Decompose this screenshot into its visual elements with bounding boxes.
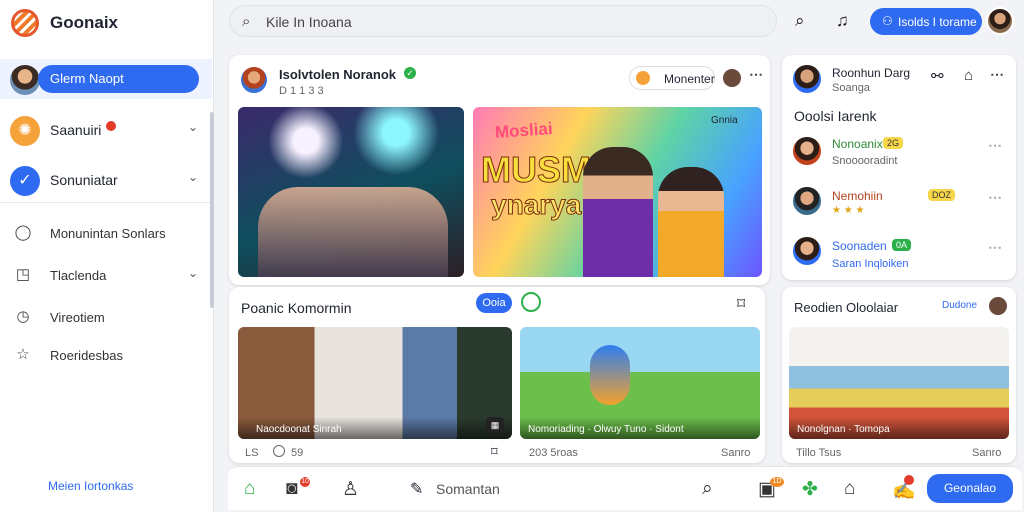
list-item[interactable]: Nonoanix 2G Snooooradint ⋯ xyxy=(782,131,1016,175)
people-icon: ⚇ xyxy=(882,14,893,28)
sidebar-item-vireotiem[interactable]: ◷ Vireotiem xyxy=(0,300,212,334)
star-icon: ☆ xyxy=(16,346,30,363)
photo-object xyxy=(590,345,630,405)
sidebar-item-roeridesbas[interactable]: ☆ Roeridesbas xyxy=(0,338,212,372)
compose-input[interactable]: ✎ Somantan xyxy=(406,479,726,501)
second-post-card: Poanic Komormin Ooia ⌑ Naocdoonat Sinrah… xyxy=(229,287,765,463)
right-photo-card: Reodien Oloolaiar Dudone Nonolgnan · Tom… xyxy=(782,287,1016,463)
search-bar[interactable]: ⌕ Kile In Inoana xyxy=(229,5,777,37)
more-options-icon[interactable]: ⋯ xyxy=(988,189,1002,206)
divider xyxy=(0,202,212,203)
profile-icon[interactable]: ♙ xyxy=(342,478,359,501)
bell-icon[interactable]: ♫ xyxy=(836,11,849,31)
list-item[interactable]: Soonaden 0A Saran Inqloiken ⋯ xyxy=(782,233,1016,277)
top-cta-button[interactable]: ⚇ Isolds I torame xyxy=(870,8,982,35)
chevron-down-icon[interactable]: ⌄ xyxy=(188,120,198,134)
right-people-card: Roonhun Darg Soanga ⚯ ⌂ ⋯ Ooolsi Iarenk … xyxy=(782,55,1016,280)
profile-pill[interactable]: Glerm Naopt xyxy=(38,65,199,93)
avatar[interactable] xyxy=(791,63,823,95)
avatar[interactable] xyxy=(987,295,1009,317)
pencil-icon: ✎ xyxy=(410,481,424,498)
add-friend-icon[interactable]: ⚯ xyxy=(931,67,944,85)
reaction-icon xyxy=(636,71,650,85)
home-icon[interactable]: ⌂ xyxy=(964,67,973,84)
sidebar-item-tlaclenda[interactable]: ◳ Tlaclenda ⌄ xyxy=(0,258,212,292)
more-options-icon[interactable]: ⋯ xyxy=(749,66,763,83)
home-icon[interactable]: ⌂ xyxy=(844,478,855,500)
notification-badge: 10 xyxy=(300,477,310,487)
heart-icon[interactable] xyxy=(273,445,285,457)
avatar xyxy=(791,185,823,217)
post-photo-store[interactable]: Naocdoonat Sinrah ▦ xyxy=(238,327,512,439)
avatar[interactable] xyxy=(721,67,743,89)
search-icon[interactable]: ⌕ xyxy=(795,11,805,31)
more-options-icon[interactable]: ⋯ xyxy=(988,137,1002,154)
notification-dot xyxy=(904,475,914,485)
post-photo-group[interactable]: Nonolgnan · Tomopa xyxy=(789,327,1009,439)
avatar[interactable] xyxy=(986,7,1014,35)
chat-bubble-icon: ◯ xyxy=(14,224,32,241)
post-photo-party[interactable] xyxy=(238,107,464,277)
post-author[interactable]: Isolvtolen Noranok xyxy=(279,67,396,82)
post-meta: D 1 1 3 3 xyxy=(279,85,324,97)
notification-badge: 1D xyxy=(770,477,784,487)
avatar xyxy=(791,235,823,267)
sidebar-item-sonuniatar[interactable]: ✓ Sonuniatar ⌄ xyxy=(0,160,212,200)
home-icon[interactable]: ⌂ xyxy=(244,478,255,500)
list-item[interactable]: Nemohiin DOZ ★ ★ ★ ⋯ xyxy=(782,183,1016,227)
sidebar-item-saanuiri[interactable]: ✺ Saanuiri ⌄ xyxy=(0,110,212,150)
notification-dot xyxy=(106,121,116,131)
verified-icon: ✓ xyxy=(404,67,416,79)
post-title: Poanic Komormin xyxy=(241,300,352,316)
more-options-icon[interactable]: ⋯ xyxy=(990,66,1004,83)
post-pill-button[interactable]: Ooia xyxy=(476,293,512,313)
chevron-down-icon[interactable]: ⌄ xyxy=(188,170,198,184)
photo-person xyxy=(658,167,724,277)
calendar-icon: ◳ xyxy=(15,266,31,283)
main-post-card: Isolvtolen Noranok ✓ D 1 1 3 3 Monenter … xyxy=(229,55,770,285)
photo-person xyxy=(583,147,653,277)
bottom-bar: ⌂ ◙ 10 ♙ ✎ Somantan ⌕ ▣ 1D ✤ ⌂ ✍ Geonala… xyxy=(228,466,1022,510)
sidebar-scrollbar[interactable] xyxy=(210,112,214,308)
check-circle-icon: ✓ xyxy=(10,166,40,196)
bookmark-icon[interactable]: ⌑ xyxy=(491,444,498,460)
sidebar-item-monunintan[interactable]: ◯ Monunintan Sonlars xyxy=(0,216,212,250)
post-photo-field[interactable]: Nomoriading · Olwuy Tuno · Sidont xyxy=(520,327,760,439)
section-title: Ooolsi Iarenk xyxy=(794,108,877,124)
avatar[interactable] xyxy=(239,65,269,95)
photo-caption: Nonolgnan · Tomopa xyxy=(789,417,1009,439)
app-logo-text: Goonaix xyxy=(50,13,119,32)
sun-icon: ✺ xyxy=(10,116,40,146)
avatar xyxy=(791,135,823,167)
avatar xyxy=(10,65,40,95)
sidebar: Goonaix Glerm Naopt ✺ Saanuiri ⌄ ✓ Sonun… xyxy=(0,0,214,512)
bottom-cta-button[interactable]: Geonalao xyxy=(927,474,1013,503)
sidebar-item-profile[interactable]: Glerm Naopt xyxy=(0,59,212,99)
photo-caption: Naocdoonat Sinrah xyxy=(238,417,512,439)
grid-icon[interactable]: ▦ xyxy=(486,417,504,433)
search-icon: ⌕ xyxy=(242,13,251,30)
status-ring-icon[interactable] xyxy=(521,292,541,312)
bookmark-icon[interactable]: ⌑ xyxy=(737,294,745,314)
photo-crowd xyxy=(258,187,448,277)
sidebar-footer-link[interactable]: Meien Iortonkas xyxy=(48,479,133,493)
camera-icon[interactable]: ◙ xyxy=(286,478,297,500)
user-name[interactable]: Roonhun Darg xyxy=(832,66,910,80)
search-placeholder: Kile In Inoana xyxy=(266,14,352,30)
chevron-down-icon[interactable]: ⌄ xyxy=(188,266,198,280)
rating-stars: ★ ★ ★ xyxy=(832,205,865,216)
clock-icon: ◷ xyxy=(16,308,30,325)
post-photo-event[interactable]: Mosliai MUSMIA ynarya Gnnia xyxy=(473,107,762,277)
more-options-icon[interactable]: ⋯ xyxy=(988,239,1002,256)
card-title: Reodien Oloolaiar xyxy=(794,300,899,315)
search-icon[interactable]: ⌕ xyxy=(702,478,713,500)
clover-icon[interactable]: ✤ xyxy=(802,478,818,501)
post-action-button[interactable]: Monenter xyxy=(629,66,715,90)
logo-icon xyxy=(11,9,39,37)
photo-caption: Nomoriading · Olwuy Tuno · Sidont xyxy=(520,417,760,439)
